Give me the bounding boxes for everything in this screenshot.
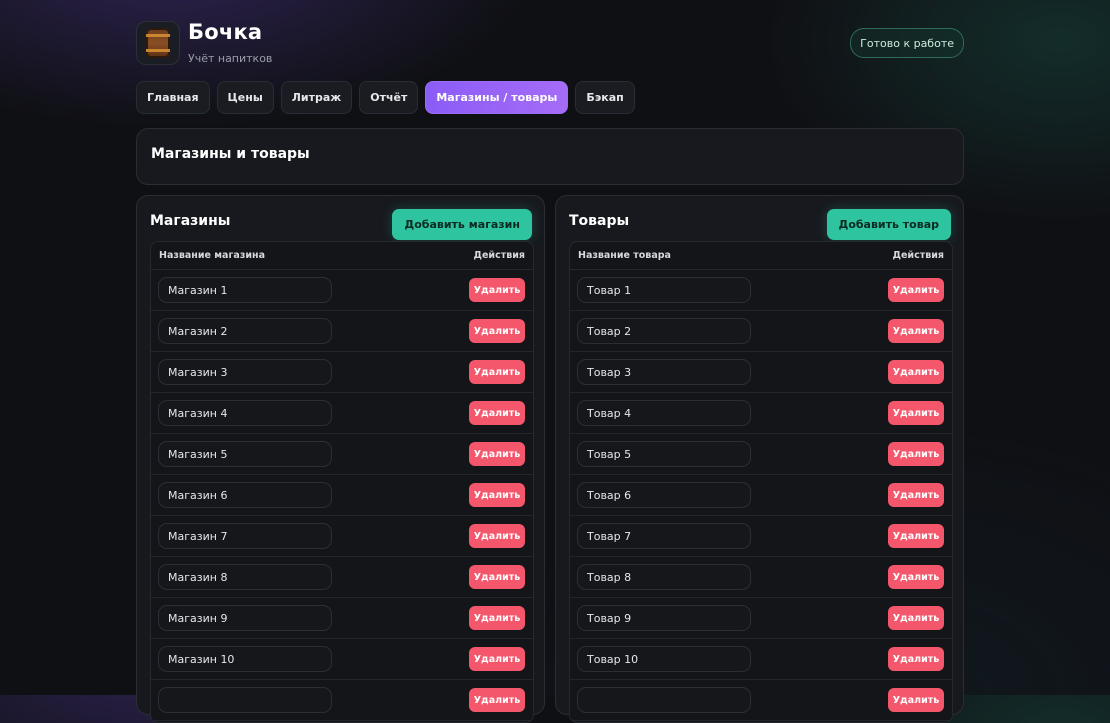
add-store-button[interactable]: Добавить магазин (392, 209, 532, 240)
store-name-input[interactable]: Магазин 8 (158, 564, 332, 590)
table-row: Магазин 6 Удалить (151, 475, 533, 516)
products-panel: Товары Добавить товар Название товара Де… (555, 195, 964, 723)
delete-product-button[interactable]: Удалить (888, 483, 944, 507)
app-container: Бочка Учёт напитков Готово к работе Глав… (136, 0, 964, 723)
delete-store-button[interactable]: Удалить (469, 647, 525, 671)
store-name-input[interactable]: Магазин 10 (158, 646, 332, 672)
table-row: Товар 6 Удалить (570, 475, 952, 516)
delete-store-button[interactable]: Удалить (469, 483, 525, 507)
delete-product-button[interactable]: Удалить (888, 319, 944, 343)
delete-product-button[interactable]: Удалить (888, 360, 944, 384)
product-name-input[interactable]: Товар 9 (577, 605, 751, 631)
product-name-input[interactable]: Товар 8 (577, 564, 751, 590)
store-name-input[interactable] (158, 687, 332, 713)
barrel-icon (136, 21, 180, 65)
table-row: Товар 4 Удалить (570, 393, 952, 434)
tab-bar: Главная Цены Литраж Отчёт Магазины / тов… (136, 81, 635, 114)
app-subtitle: Учёт напитков (188, 52, 273, 65)
app-title: Бочка (188, 20, 263, 44)
delete-store-button[interactable]: Удалить (469, 278, 525, 302)
stores-rows: Магазин 1 Удалить Магазин 2 Удалить Магазин … (151, 270, 533, 721)
products-rows: Товар 1 Удалить Товар 2 Удалить Товар 3 Удали… (570, 270, 952, 721)
delete-product-button[interactable]: Удалить (888, 401, 944, 425)
table-row: Магазин 5 Удалить (151, 434, 533, 475)
tab-main[interactable]: Главная (136, 81, 210, 114)
column-header-actions: Действия (473, 250, 525, 261)
delete-product-button[interactable]: Удалить (888, 688, 944, 712)
add-product-button[interactable]: Добавить товар (826, 209, 951, 240)
stores-title: Магазины (150, 213, 231, 229)
header: Бочка Учёт напитков Готово к работе (136, 0, 964, 78)
store-name-input[interactable]: Магазин 7 (158, 523, 332, 549)
table-row: Товар 7 Удалить (570, 516, 952, 557)
delete-store-button[interactable]: Удалить (469, 688, 525, 712)
stores-panel: Магазины Добавить магазин Название магаз… (136, 195, 545, 723)
delete-product-button[interactable]: Удалить (888, 606, 944, 630)
section-title: Магазины и товары (136, 128, 964, 185)
table-row: Товар 5 Удалить (570, 434, 952, 475)
store-name-input[interactable]: Магазин 5 (158, 441, 332, 467)
store-name-input[interactable]: Магазин 4 (158, 400, 332, 426)
table-row: Магазин 9 Удалить (151, 598, 533, 639)
product-name-input[interactable]: Товар 4 (577, 400, 751, 426)
table-row: Магазин 3 Удалить (151, 352, 533, 393)
column-header-actions: Действия (892, 250, 944, 261)
delete-store-button[interactable]: Удалить (469, 401, 525, 425)
delete-store-button[interactable]: Удалить (469, 319, 525, 343)
products-table: Название товара Действия Товар 1 Удалить Т… (569, 241, 953, 723)
product-name-input[interactable]: Товар 3 (577, 359, 751, 385)
delete-product-button[interactable]: Удалить (888, 647, 944, 671)
table-row: Магазин 8 Удалить (151, 557, 533, 598)
store-name-input[interactable]: Магазин 2 (158, 318, 332, 344)
table-row: Товар 9 Удалить (570, 598, 952, 639)
table-row: Удалить (151, 680, 533, 721)
tab-report[interactable]: Отчёт (359, 81, 419, 114)
delete-product-button[interactable]: Удалить (888, 442, 944, 466)
delete-product-button[interactable]: Удалить (888, 278, 944, 302)
delete-store-button[interactable]: Удалить (469, 360, 525, 384)
column-header-store-name: Название магазина (159, 250, 265, 261)
store-name-input[interactable]: Магазин 3 (158, 359, 332, 385)
table-row: Товар 10 Удалить (570, 639, 952, 680)
delete-store-button[interactable]: Удалить (469, 606, 525, 630)
table-row: Магазин 7 Удалить (151, 516, 533, 557)
product-name-input[interactable] (577, 687, 751, 713)
products-title: Товары (569, 213, 630, 229)
product-name-input[interactable]: Товар 10 (577, 646, 751, 672)
table-row: Товар 2 Удалить (570, 311, 952, 352)
products-table-header: Название товара Действия (570, 242, 952, 270)
delete-product-button[interactable]: Удалить (888, 524, 944, 548)
product-name-input[interactable]: Товар 5 (577, 441, 751, 467)
table-row: Магазин 10 Удалить (151, 639, 533, 680)
store-name-input[interactable]: Магазин 9 (158, 605, 332, 631)
tab-volume[interactable]: Литраж (280, 81, 353, 114)
tab-stores-products[interactable]: Магазины / товары (425, 81, 569, 114)
table-row: Товар 8 Удалить (570, 557, 952, 598)
tab-prices[interactable]: Цены (216, 81, 274, 114)
store-name-input[interactable]: Магазин 1 (158, 277, 332, 303)
tab-backup[interactable]: Бэкап (575, 81, 635, 114)
product-name-input[interactable]: Товар 7 (577, 523, 751, 549)
product-name-input[interactable]: Товар 2 (577, 318, 751, 344)
table-row: Магазин 1 Удалить (151, 270, 533, 311)
product-name-input[interactable]: Товар 6 (577, 482, 751, 508)
delete-store-button[interactable]: Удалить (469, 442, 525, 466)
product-name-input[interactable]: Товар 1 (577, 277, 751, 303)
stores-table-header: Название магазина Действия (151, 242, 533, 270)
column-header-product-name: Название товара (578, 250, 671, 261)
status-badge: Готово к работе (850, 28, 964, 58)
delete-product-button[interactable]: Удалить (888, 565, 944, 589)
delete-store-button[interactable]: Удалить (469, 565, 525, 589)
table-row: Магазин 4 Удалить (151, 393, 533, 434)
store-name-input[interactable]: Магазин 6 (158, 482, 332, 508)
barrel-icon-graphic (146, 28, 170, 58)
table-row: Товар 1 Удалить (570, 270, 952, 311)
table-row: Магазин 2 Удалить (151, 311, 533, 352)
stores-table: Название магазина Действия Магазин 1 Удал… (150, 241, 534, 723)
delete-store-button[interactable]: Удалить (469, 524, 525, 548)
table-row: Удалить (570, 680, 952, 721)
table-row: Товар 3 Удалить (570, 352, 952, 393)
